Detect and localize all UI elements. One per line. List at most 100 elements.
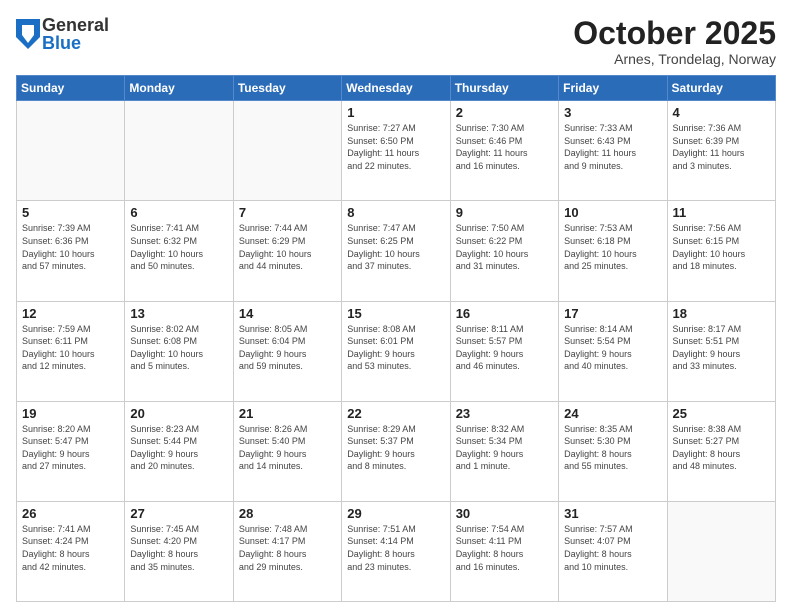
th-wednesday: Wednesday — [342, 76, 450, 101]
day-info: Sunrise: 8:32 AMSunset: 5:34 PMDaylight:… — [456, 423, 553, 473]
day-info: Sunrise: 7:47 AMSunset: 6:25 PMDaylight:… — [347, 222, 444, 272]
day-info: Sunrise: 7:56 AMSunset: 6:15 PMDaylight:… — [673, 222, 770, 272]
day-number: 22 — [347, 406, 444, 421]
calendar-cell: 30 Sunrise: 7:54 AMSunset: 4:11 PMDayligh… — [450, 501, 558, 601]
calendar-cell: 5Sunrise: 7:39 AMSunset: 6:36 PMDaylight… — [17, 201, 125, 301]
calendar-cell — [233, 101, 341, 201]
day-info: Sunrise: 8:08 AMSunset: 6:01 PMDaylight:… — [347, 323, 444, 373]
day-info: Sunrise: 7:30 AMSunset: 6:46 PMDaylight:… — [456, 122, 553, 172]
calendar-cell: 25Sunrise: 8:38 AMSunset: 5:27 PMDayligh… — [667, 401, 775, 501]
day-info: Sunrise: 7:27 AMSunset: 6:50 PMDaylight:… — [347, 122, 444, 172]
logo-general-text: General — [42, 16, 109, 34]
th-saturday: Saturday — [667, 76, 775, 101]
day-number: 23 — [456, 406, 553, 421]
day-number: 25 — [673, 406, 770, 421]
day-number: 20 — [130, 406, 227, 421]
day-info: Sunrise: 7:51 AMSunset: 4:14 PMDaylight:… — [347, 523, 444, 573]
day-number: 12 — [22, 306, 119, 321]
day-number: 8 — [347, 205, 444, 220]
logo: General Blue — [16, 16, 109, 52]
day-number: 15 — [347, 306, 444, 321]
calendar-cell: 12 Sunrise: 7:59 AMSunset: 6:11 PMDayligh… — [17, 301, 125, 401]
calendar-header: Sunday Monday Tuesday Wednesday Thursday… — [17, 76, 776, 101]
day-info: Sunrise: 8:23 AMSunset: 5:44 PMDaylight:… — [130, 423, 227, 473]
day-number: 19 — [22, 406, 119, 421]
calendar-cell: 8 Sunrise: 7:47 AMSunset: 6:25 PMDaylight… — [342, 201, 450, 301]
day-info: Sunrise: 7:48 AMSunset: 4:17 PMDaylight:… — [239, 523, 336, 573]
day-number: 27 — [130, 506, 227, 521]
calendar-cell: 1Sunrise: 7:27 AMSunset: 6:50 PMDaylight… — [342, 101, 450, 201]
day-info: Sunrise: 8:20 AMSunset: 5:47 PMDaylight:… — [22, 423, 119, 473]
day-number: 3 — [564, 105, 661, 120]
day-number: 10 — [564, 205, 661, 220]
calendar-cell: 18 Sunrise: 8:17 AMSunset: 5:51 PMDayligh… — [667, 301, 775, 401]
calendar-cell: 20 Sunrise: 8:23 AMSunset: 5:44 PMDayligh… — [125, 401, 233, 501]
day-number: 14 — [239, 306, 336, 321]
day-info: Sunrise: 8:02 AMSunset: 6:08 PMDaylight:… — [130, 323, 227, 373]
calendar-week-1: 5Sunrise: 7:39 AMSunset: 6:36 PMDaylight… — [17, 201, 776, 301]
calendar-cell: 26 Sunrise: 7:41 AMSunset: 4:24 PMDayligh… — [17, 501, 125, 601]
day-number: 4 — [673, 105, 770, 120]
calendar-cell — [17, 101, 125, 201]
day-info: Sunrise: 8:17 AMSunset: 5:51 PMDaylight:… — [673, 323, 770, 373]
day-number: 31 — [564, 506, 661, 521]
day-info: Sunrise: 7:54 AMSunset: 4:11 PMDaylight:… — [456, 523, 553, 573]
calendar-cell: 3 Sunrise: 7:33 AMSunset: 6:43 PMDaylight… — [559, 101, 667, 201]
calendar-week-0: 1Sunrise: 7:27 AMSunset: 6:50 PMDaylight… — [17, 101, 776, 201]
calendar-cell: 16Sunrise: 8:11 AMSunset: 5:57 PMDayligh… — [450, 301, 558, 401]
day-info: Sunrise: 8:14 AMSunset: 5:54 PMDaylight:… — [564, 323, 661, 373]
th-tuesday: Tuesday — [233, 76, 341, 101]
day-number: 2 — [456, 105, 553, 120]
day-number: 30 — [456, 506, 553, 521]
th-sunday: Sunday — [17, 76, 125, 101]
calendar-cell: 27Sunrise: 7:45 AMSunset: 4:20 PMDayligh… — [125, 501, 233, 601]
calendar-cell: 28 Sunrise: 7:48 AMSunset: 4:17 PMDayligh… — [233, 501, 341, 601]
day-info: Sunrise: 7:59 AMSunset: 6:11 PMDaylight:… — [22, 323, 119, 373]
logo-text: General Blue — [42, 16, 109, 52]
day-number: 29 — [347, 506, 444, 521]
day-info: Sunrise: 7:50 AMSunset: 6:22 PMDaylight:… — [456, 222, 553, 272]
day-info: Sunrise: 8:05 AMSunset: 6:04 PMDaylight:… — [239, 323, 336, 373]
month-title: October 2025 — [573, 16, 776, 51]
calendar-cell: 29 Sunrise: 7:51 AMSunset: 4:14 PMDayligh… — [342, 501, 450, 601]
calendar-cell: 2 Sunrise: 7:30 AMSunset: 6:46 PMDaylight… — [450, 101, 558, 201]
calendar-week-4: 26 Sunrise: 7:41 AMSunset: 4:24 PMDayligh… — [17, 501, 776, 601]
calendar-cell: 17 Sunrise: 8:14 AMSunset: 5:54 PMDayligh… — [559, 301, 667, 401]
day-info: Sunrise: 8:35 AMSunset: 5:30 PMDaylight:… — [564, 423, 661, 473]
calendar-cell: 11 Sunrise: 7:56 AMSunset: 6:15 PMDayligh… — [667, 201, 775, 301]
th-monday: Monday — [125, 76, 233, 101]
day-number: 24 — [564, 406, 661, 421]
calendar-cell: 6Sunrise: 7:41 AMSunset: 6:32 PMDaylight… — [125, 201, 233, 301]
day-info: Sunrise: 7:36 AMSunset: 6:39 PMDaylight:… — [673, 122, 770, 172]
th-friday: Friday — [559, 76, 667, 101]
calendar-cell: 7Sunrise: 7:44 AMSunset: 6:29 PMDaylight… — [233, 201, 341, 301]
day-number: 13 — [130, 306, 227, 321]
day-number: 18 — [673, 306, 770, 321]
day-info: Sunrise: 7:33 AMSunset: 6:43 PMDaylight:… — [564, 122, 661, 172]
header: General Blue October 2025 Arnes, Trondel… — [16, 16, 776, 67]
calendar-week-3: 19 Sunrise: 8:20 AMSunset: 5:47 PMDayligh… — [17, 401, 776, 501]
logo-icon — [16, 19, 40, 49]
day-number: 6 — [130, 205, 227, 220]
calendar-cell: 21Sunrise: 8:26 AMSunset: 5:40 PMDayligh… — [233, 401, 341, 501]
header-row: Sunday Monday Tuesday Wednesday Thursday… — [17, 76, 776, 101]
calendar-cell: 14 Sunrise: 8:05 AMSunset: 6:04 PMDayligh… — [233, 301, 341, 401]
day-info: Sunrise: 7:44 AMSunset: 6:29 PMDaylight:… — [239, 222, 336, 272]
day-number: 28 — [239, 506, 336, 521]
calendar-cell: 10Sunrise: 7:53 AMSunset: 6:18 PMDayligh… — [559, 201, 667, 301]
day-number: 5 — [22, 205, 119, 220]
calendar-cell: 19 Sunrise: 8:20 AMSunset: 5:47 PMDayligh… — [17, 401, 125, 501]
day-info: Sunrise: 7:41 AMSunset: 4:24 PMDaylight:… — [22, 523, 119, 573]
day-info: Sunrise: 8:11 AMSunset: 5:57 PMDaylight:… — [456, 323, 553, 373]
day-number: 17 — [564, 306, 661, 321]
day-info: Sunrise: 7:57 AMSunset: 4:07 PMDaylight:… — [564, 523, 661, 573]
day-number: 11 — [673, 205, 770, 220]
th-thursday: Thursday — [450, 76, 558, 101]
day-number: 26 — [22, 506, 119, 521]
calendar-week-2: 12 Sunrise: 7:59 AMSunset: 6:11 PMDayligh… — [17, 301, 776, 401]
day-info: Sunrise: 8:26 AMSunset: 5:40 PMDaylight:… — [239, 423, 336, 473]
day-info: Sunrise: 8:29 AMSunset: 5:37 PMDaylight:… — [347, 423, 444, 473]
calendar-cell: 31 Sunrise: 7:57 AMSunset: 4:07 PMDayligh… — [559, 501, 667, 601]
calendar-body: 1Sunrise: 7:27 AMSunset: 6:50 PMDaylight… — [17, 101, 776, 602]
calendar-cell: 9Sunrise: 7:50 AMSunset: 6:22 PMDaylight… — [450, 201, 558, 301]
